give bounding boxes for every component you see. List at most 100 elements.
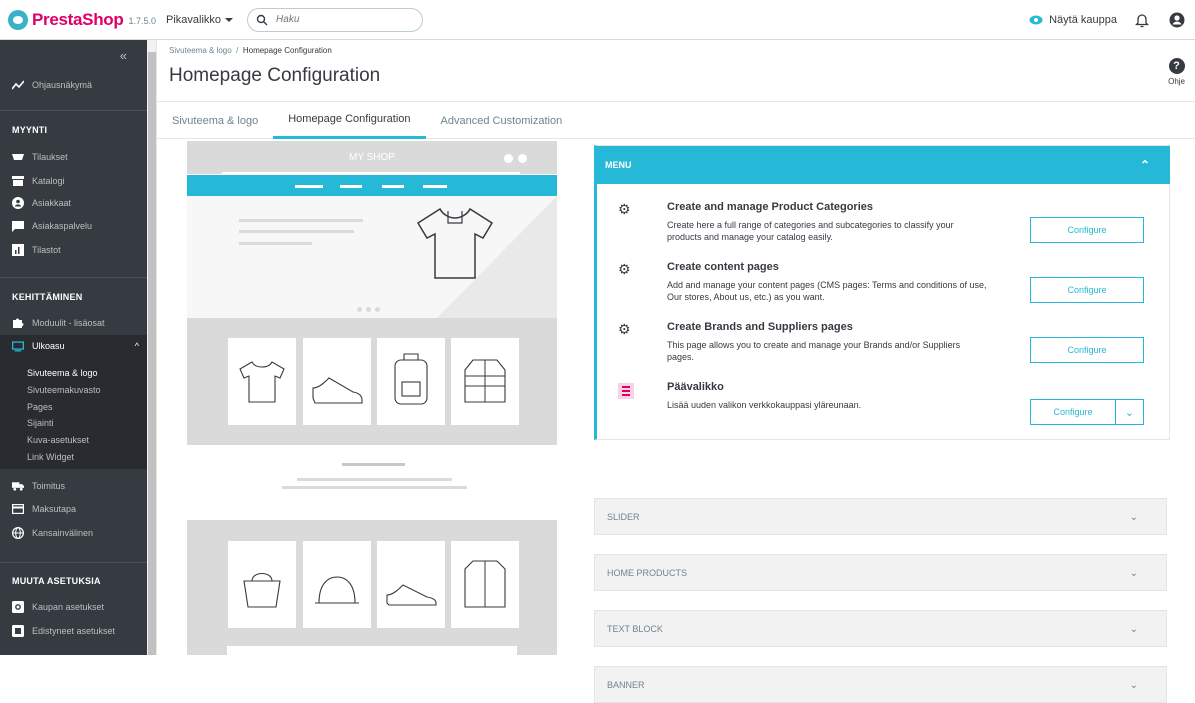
chevron-down-icon[interactable]: ⌄ xyxy=(1116,400,1143,424)
preview-product-grid-2 xyxy=(187,520,557,655)
chevron-down-icon: ⌄ xyxy=(1129,512,1138,523)
sidebar-divider xyxy=(0,110,147,111)
sidebar-item-payment[interactable]: Maksutapa xyxy=(0,498,147,520)
panel-title: HOME PRODUCTS xyxy=(607,567,688,578)
submenu-image-settings[interactable]: Kuva-asetukset xyxy=(27,435,89,445)
prestashop-logo[interactable]: PrestaShop 1.7.5.0 xyxy=(8,0,156,40)
configure-content-pages-button[interactable]: Configure xyxy=(1030,277,1144,303)
cart-icon xyxy=(12,151,24,163)
sidebar: « Ohjausnäkymä MYYNTI Tilaukset Katalogi… xyxy=(0,40,147,655)
submenu-pages[interactable]: Pages xyxy=(27,402,53,412)
breadcrumb-parent[interactable]: Sivuteema & logo xyxy=(169,46,232,55)
submenu-link-widget[interactable]: Link Widget xyxy=(27,452,74,462)
sidebar-item-advanced-parameters[interactable]: Edistyneet asetukset xyxy=(0,620,147,642)
view-shop-label: Näytä kauppa xyxy=(1049,14,1117,26)
user-account-icon[interactable] xyxy=(1169,12,1185,28)
sidebar-item-label: Toimitus xyxy=(32,481,66,491)
sidebar-item-shop-parameters[interactable]: Kaupan asetukset xyxy=(0,596,147,618)
menu-panel-header[interactable]: MENU ⌃ xyxy=(597,146,1170,184)
sidebar-section-myynti: MYYNTI xyxy=(12,125,48,135)
trend-icon xyxy=(12,79,24,91)
view-shop-link[interactable]: Näytä kauppa xyxy=(1029,14,1117,26)
submenu-positions[interactable]: Sijainti xyxy=(27,418,54,428)
sidebar-item-label: Asiakkaat xyxy=(32,198,72,208)
sidebar-item-label: Edistyneet asetukset xyxy=(32,626,116,636)
gears-icon: ⚙ xyxy=(618,261,631,277)
shirt-icon xyxy=(416,207,494,279)
sidebar-divider xyxy=(0,562,147,563)
top-bar: PrestaShop 1.7.5.0 Pikavalikko Näytä kau… xyxy=(0,0,1195,40)
sidebar-item-label: Kaupan asetukset xyxy=(32,602,105,612)
brand-name: PrestaShop xyxy=(32,9,124,29)
submenu-theme-catalog[interactable]: Sivuteemakuvasto xyxy=(27,385,101,395)
home-products-panel[interactable]: HOME PRODUCTS ⌄ xyxy=(594,554,1167,591)
search-box[interactable] xyxy=(247,7,424,32)
slider-panel[interactable]: SLIDER ⌄ xyxy=(594,498,1167,535)
sidebar-item-catalog[interactable]: Katalogi xyxy=(0,170,147,192)
sidebar-item-customer-service[interactable]: Asiakaspalvelu xyxy=(0,215,147,237)
sidebar-item-label: Ulkoasu xyxy=(32,341,65,351)
sidebar-item-modules[interactable]: Moduulit - lisäosat xyxy=(0,312,147,334)
row-description: Add and manage your content pages (CMS p… xyxy=(667,280,987,302)
tab-bar: Sivuteema & logo Homepage Configuration … xyxy=(157,101,1195,139)
tab-homepage-configuration[interactable]: Homepage Configuration xyxy=(273,102,426,139)
sidebar-item-label: Moduulit - lisäosat xyxy=(32,318,105,328)
preview-footer-line xyxy=(227,646,517,655)
page-title: Homepage Configuration xyxy=(169,65,381,86)
scrollbar-thumb[interactable] xyxy=(148,52,156,655)
row-description: Lisää uuden valikon verkkokauppasi yläre… xyxy=(667,400,862,410)
banner-panel[interactable]: BANNER ⌄ xyxy=(594,666,1167,703)
sidebar-item-customers[interactable]: Asiakkaat xyxy=(0,192,147,214)
row-title: Päävalikko xyxy=(667,381,724,393)
text-block-panel[interactable]: TEXT BLOCK ⌄ xyxy=(594,610,1167,647)
bar-chart-icon xyxy=(12,244,24,256)
sidebar-scrollbar[interactable] xyxy=(147,40,157,655)
submenu-theme-logo[interactable]: Sivuteema & logo xyxy=(27,368,98,378)
bell-icon[interactable] xyxy=(1135,12,1149,28)
search-icon xyxy=(256,14,268,25)
gears-icon: ⚙ xyxy=(618,321,631,337)
search-input[interactable] xyxy=(276,14,397,25)
sidebar-item-orders[interactable]: Tilaukset xyxy=(0,146,147,168)
help-button[interactable]: ? Ohje xyxy=(1168,58,1185,86)
tab-theme-logo[interactable]: Sivuteema & logo xyxy=(157,102,273,139)
sidebar-item-shipping[interactable]: Toimitus xyxy=(0,475,147,497)
panel-title: TEXT BLOCK xyxy=(607,623,663,634)
row-title: Create content pages xyxy=(667,261,779,273)
preview-shop-name: MY SHOP xyxy=(349,152,395,163)
panel-title: BANNER xyxy=(607,679,645,690)
collapse-sidebar-icon[interactable]: « xyxy=(120,48,127,63)
sidebar-item-design[interactable]: Ulkoasu ^ xyxy=(0,335,147,357)
sidebar-item-international[interactable]: Kansainvälinen xyxy=(0,522,147,544)
globe-icon xyxy=(12,527,24,539)
chevron-down-icon: ⌄ xyxy=(1129,624,1138,635)
menu-list-icon xyxy=(618,383,634,399)
tab-advanced-customization[interactable]: Advanced Customization xyxy=(426,102,578,139)
sidebar-item-stats[interactable]: Tilastot xyxy=(0,239,147,261)
quick-access-label: Pikavalikko xyxy=(166,13,222,26)
preview-header-dots xyxy=(504,154,527,163)
quick-access-dropdown[interactable]: Pikavalikko xyxy=(166,13,234,26)
configure-main-menu-button[interactable]: Configure xyxy=(1031,400,1116,424)
chat-icon xyxy=(12,220,24,232)
row-description: Create here a full range of categories a… xyxy=(667,220,954,242)
configure-categories-button[interactable]: Configure xyxy=(1030,217,1144,243)
chevron-down-icon: ⌄ xyxy=(1129,680,1138,691)
preview-nav-bar xyxy=(187,175,557,196)
sidebar-item-label: Tilastot xyxy=(32,245,61,255)
shirt-button-icon xyxy=(464,560,506,608)
sidebar-item-label: Maksutapa xyxy=(32,504,77,514)
sidebar-item-label: Ohjausnäkymä xyxy=(32,80,93,90)
account-circle-icon xyxy=(12,197,24,209)
menu-panel-title: MENU xyxy=(605,160,632,170)
puffin-icon xyxy=(8,9,28,30)
configure-brands-button[interactable]: Configure xyxy=(1030,337,1144,363)
version-label: 1.7.5.0 xyxy=(128,16,157,26)
sidebar-item-dashboard[interactable]: Ohjausnäkymä xyxy=(0,74,147,96)
sidebar-divider xyxy=(0,277,147,278)
row-title: Create Brands and Suppliers pages xyxy=(667,321,853,333)
preview-text-block xyxy=(187,445,557,520)
menu-panel: MENU ⌃ ⚙ Create and manage Product Categ… xyxy=(594,145,1170,440)
gears-icon: ⚙ xyxy=(618,201,631,217)
top-right-actions: Näytä kauppa xyxy=(1029,0,1185,40)
